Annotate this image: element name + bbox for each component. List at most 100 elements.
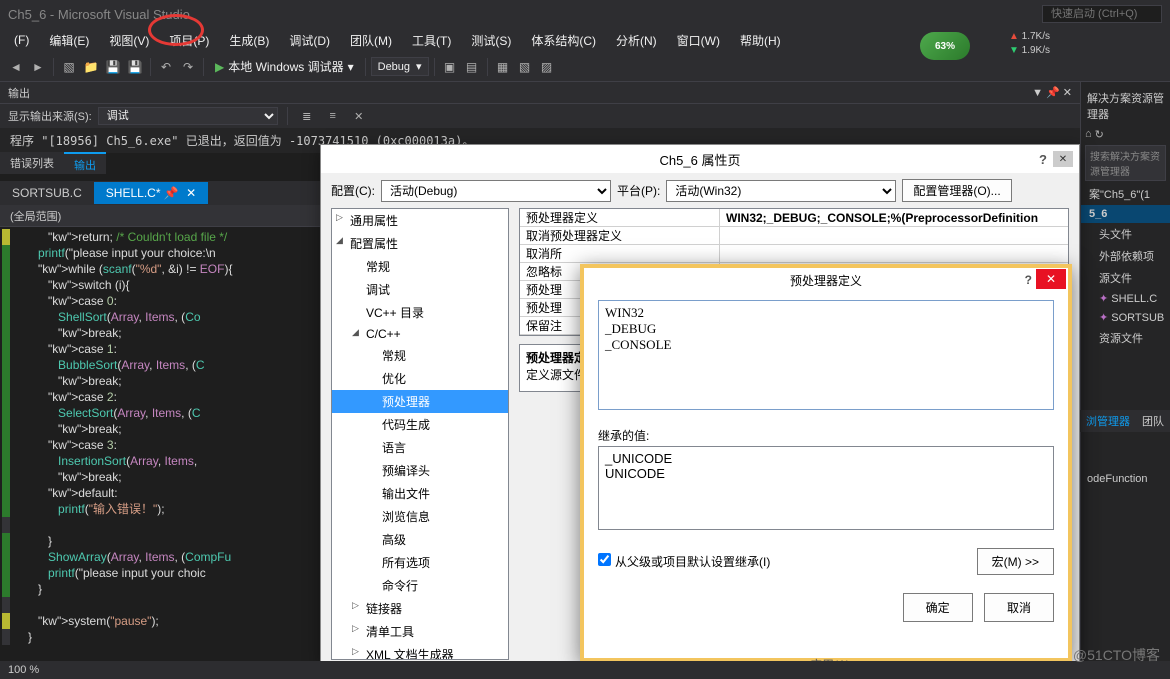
pp-titlebar[interactable]: 预处理器定义 ? ✕: [584, 268, 1068, 292]
tree-node[interactable]: 调试: [332, 278, 508, 301]
menu-team[interactable]: 团队(M): [340, 29, 402, 52]
tree-node[interactable]: 代码生成: [332, 413, 508, 436]
project-node[interactable]: 5_6: [1081, 205, 1170, 223]
tree-node[interactable]: 命令行: [332, 574, 508, 597]
pin-icon[interactable]: 📌: [164, 186, 179, 200]
tab-solution-expl[interactable]: 浏管理器: [1080, 410, 1136, 432]
config-select[interactable]: 活动(Debug): [381, 180, 611, 202]
tree-node[interactable]: ▷XML 文档生成器: [332, 643, 508, 660]
nav-fwd-icon[interactable]: ►: [28, 57, 48, 77]
menu-view[interactable]: 视图(V): [99, 29, 159, 52]
tab-sortsub[interactable]: SORTSUB.C: [0, 182, 94, 204]
toolbar-icon[interactable]: ≡: [323, 106, 343, 126]
run-button[interactable]: ▶ 本地 Windows 调试器 ▾: [209, 56, 360, 77]
file-shell[interactable]: ✦ SHELL.C: [1081, 289, 1170, 308]
tree-node[interactable]: 所有选项: [332, 551, 508, 574]
menu-arch[interactable]: 体系结构(C): [521, 29, 606, 52]
menu-tools[interactable]: 工具(T): [402, 29, 461, 52]
toolbar-icon[interactable]: ▨: [537, 57, 557, 77]
tree-node[interactable]: 优化: [332, 367, 508, 390]
tree-node[interactable]: ▷链接器: [332, 597, 508, 620]
config-manager-button[interactable]: 配置管理器(O)...: [902, 179, 1011, 202]
tab-error-list[interactable]: 错误列表: [0, 152, 64, 174]
toolbar-icon[interactable]: ≣: [297, 106, 317, 126]
help-icon[interactable]: ?: [1025, 273, 1032, 287]
tree-node[interactable]: 浏览信息: [332, 505, 508, 528]
grid-row[interactable]: 取消所: [520, 245, 1068, 263]
menu-edit[interactable]: 编辑(E): [39, 29, 99, 52]
tree-node[interactable]: 预编译头: [332, 459, 508, 482]
tree-node[interactable]: 输出文件: [332, 482, 508, 505]
save-icon[interactable]: 💾: [103, 57, 123, 77]
tab-shell-label: SHELL.C*: [106, 186, 161, 200]
tree-node[interactable]: 常规: [332, 255, 508, 278]
new-icon[interactable]: ▧: [59, 57, 79, 77]
tree-node[interactable]: 高级: [332, 528, 508, 551]
menu-file[interactable]: (F): [4, 30, 39, 50]
close-icon[interactable]: ✕: [1053, 151, 1073, 167]
grid-row[interactable]: 取消预处理器定义: [520, 227, 1068, 245]
dialog-titlebar[interactable]: Ch5_6 属性页 ? ✕: [321, 145, 1079, 173]
undo-icon[interactable]: ↶: [156, 57, 176, 77]
refresh-icon[interactable]: ↻: [1095, 128, 1104, 141]
quick-launch-input[interactable]: [1042, 5, 1162, 23]
macro-button[interactable]: 宏(M) >>: [977, 548, 1054, 575]
tab-team[interactable]: 团队: [1136, 410, 1170, 432]
output-source-select[interactable]: 调试: [98, 107, 278, 125]
tree-node[interactable]: ◢C/C++: [332, 324, 508, 344]
tree-node[interactable]: VC++ 目录: [332, 301, 508, 324]
close-icon[interactable]: ✕: [186, 186, 196, 200]
pin-icon[interactable]: ▼ 📌 ✕: [1032, 86, 1072, 99]
redo-icon[interactable]: ↷: [178, 57, 198, 77]
pp-edit-textarea[interactable]: [598, 300, 1054, 410]
cancel-button[interactable]: 取消: [984, 593, 1054, 622]
platform-select[interactable]: 活动(Win32): [666, 180, 896, 202]
menu-test[interactable]: 测试(S): [461, 29, 521, 52]
toolbar-icon[interactable]: ▤: [462, 57, 482, 77]
menu-window[interactable]: 窗口(W): [667, 29, 730, 52]
help-icon[interactable]: ?: [1039, 152, 1047, 167]
ok-button[interactable]: 确定: [903, 593, 973, 622]
tree-node[interactable]: 语言: [332, 436, 508, 459]
menu-project[interactable]: 项目(P): [159, 29, 219, 52]
tree-node[interactable]: ◢配置属性: [332, 232, 508, 255]
right-tabs: 浏管理器 团队: [1080, 410, 1170, 432]
folder-resource[interactable]: 资源文件: [1081, 327, 1170, 349]
tree-node[interactable]: 预处理器: [332, 390, 508, 413]
props-fn: odeFunction: [1081, 469, 1170, 489]
tab-shell[interactable]: SHELL.C* 📌 ✕: [94, 182, 208, 204]
folder-external[interactable]: 外部依赖项: [1081, 245, 1170, 267]
folder-headers[interactable]: 头文件: [1081, 223, 1170, 245]
solution-root[interactable]: 案"Ch5_6"(1: [1081, 183, 1170, 205]
folder-source[interactable]: 源文件: [1081, 267, 1170, 289]
menu-build[interactable]: 生成(B): [219, 29, 279, 52]
close-icon[interactable]: ✕: [1036, 269, 1066, 289]
preprocessor-dialog: 预处理器定义 ? ✕ 继承的值: _UNICODEUNICODE 从父级或项目默…: [580, 264, 1072, 662]
app-title: Ch5_6 - Microsoft Visual Studio: [8, 7, 190, 22]
toolbar-icon[interactable]: ▧: [515, 57, 535, 77]
menu-analyze[interactable]: 分析(N): [606, 29, 667, 52]
file-sortsub[interactable]: ✦ SORTSUB: [1081, 308, 1170, 327]
home-icon[interactable]: ⌂: [1085, 128, 1092, 141]
saveall-icon[interactable]: 💾: [125, 57, 145, 77]
toolbar-icon[interactable]: ▣: [440, 57, 460, 77]
menu-help[interactable]: 帮助(H): [730, 29, 791, 52]
solution-search[interactable]: 搜索解决方案资源管理器: [1085, 145, 1166, 181]
zoom-level[interactable]: 100 %: [8, 664, 39, 676]
nav-back-icon[interactable]: ◄: [6, 57, 26, 77]
run-label: 本地 Windows 调试器: [228, 58, 343, 75]
tree-node[interactable]: ▷通用属性: [332, 209, 508, 232]
tree-node[interactable]: 常规: [332, 344, 508, 367]
property-tree[interactable]: ▷通用属性◢配置属性常规调试VC++ 目录◢C/C++常规优化预处理器代码生成语…: [331, 208, 509, 660]
toolbar-icon[interactable]: ✕: [349, 106, 369, 126]
open-icon[interactable]: 📁: [81, 57, 101, 77]
solution-explorer: 解决方案资源管理器 ⌂ ↻ 搜索解决方案资源管理器 案"Ch5_6"(1 5_6…: [1080, 82, 1170, 661]
toolbar-icon[interactable]: ▦: [493, 57, 513, 77]
tab-output[interactable]: 输出: [64, 152, 106, 174]
tree-node[interactable]: ▷清单工具: [332, 620, 508, 643]
pp-inherit-checkbox[interactable]: 从父级或项目默认设置继承(I): [598, 553, 770, 570]
output-panel-header: 输出 ▼ 📌 ✕: [0, 82, 1080, 104]
grid-row[interactable]: 预处理器定义WIN32;_DEBUG;_CONSOLE;%(Preprocess…: [520, 209, 1068, 227]
config-combo[interactable]: Debug ▾: [371, 57, 429, 76]
menu-debug[interactable]: 调试(D): [279, 29, 340, 52]
